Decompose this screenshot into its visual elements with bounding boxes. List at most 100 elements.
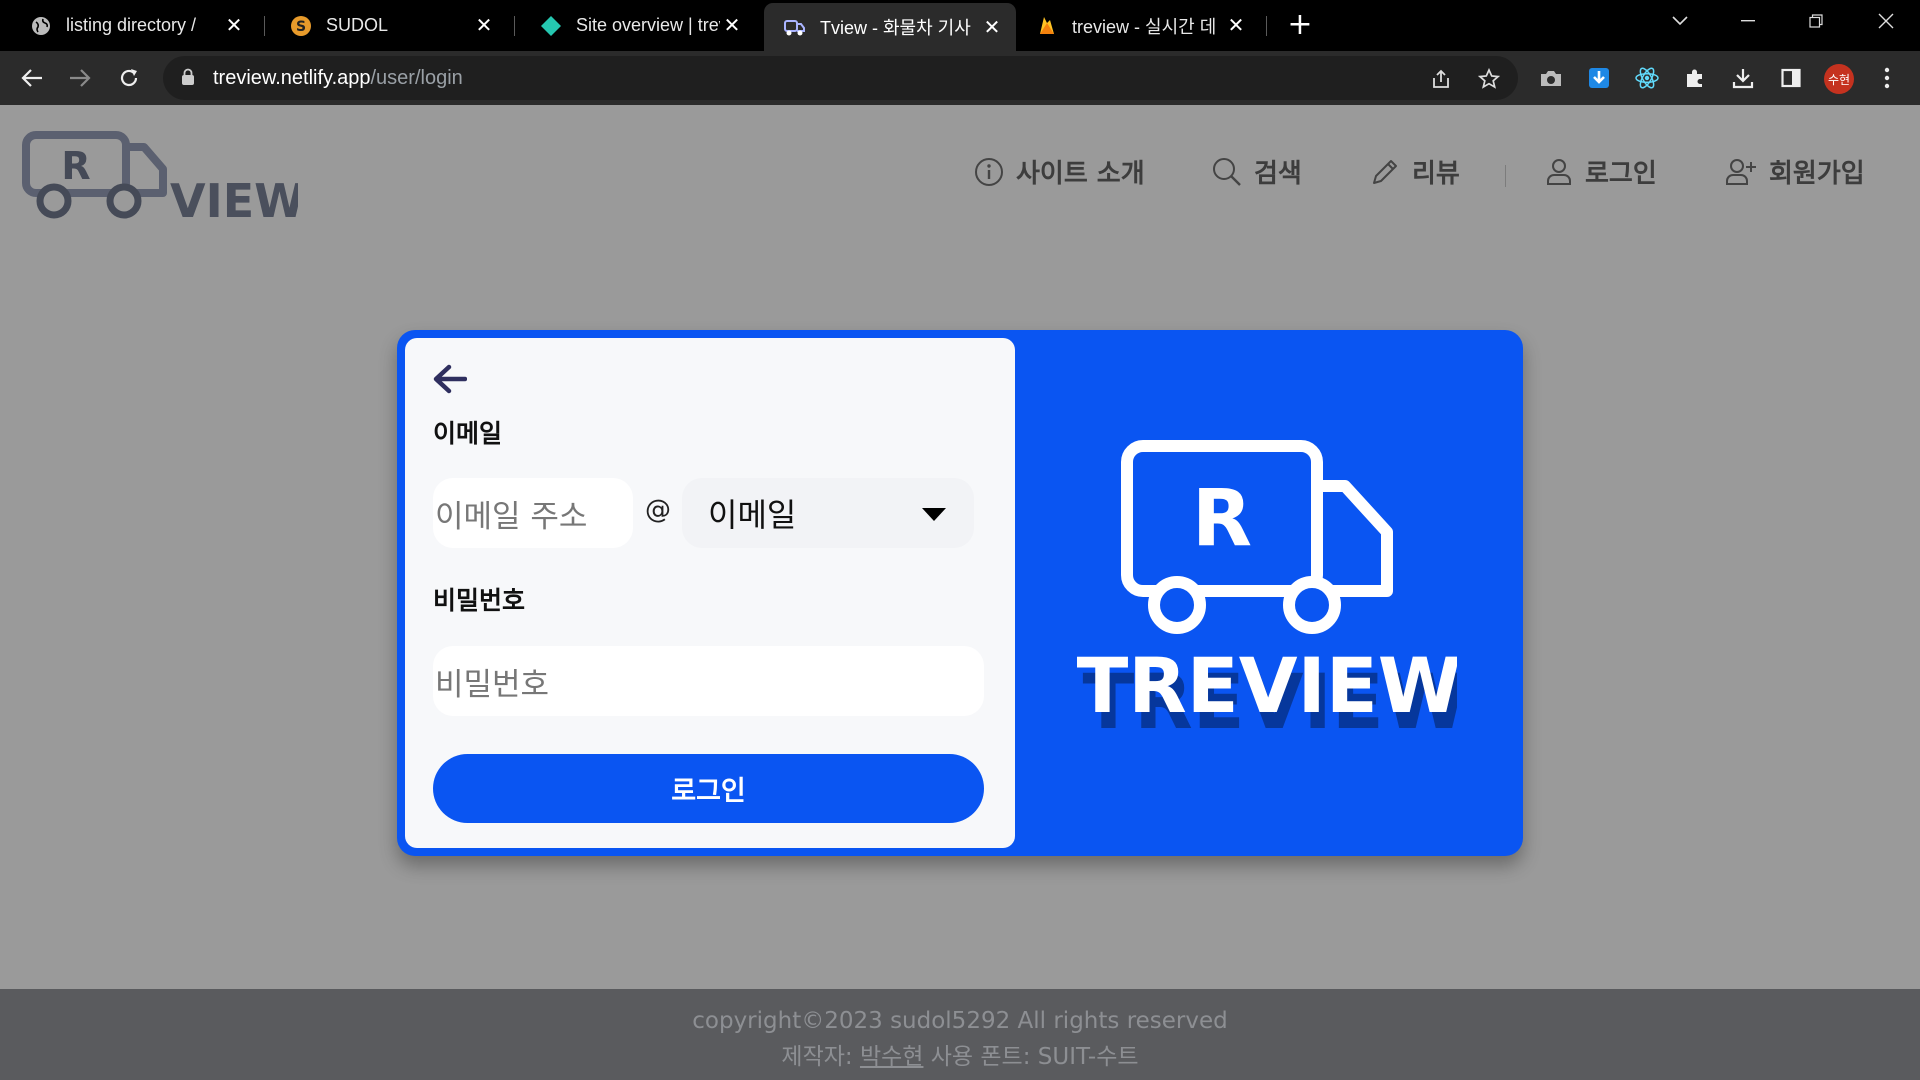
treview-brand-logo: TREVIEW R TREVIEW: [1076, 440, 1468, 746]
tab-title: SUDOL: [326, 15, 389, 35]
tab-title: Site overview | trev: [576, 15, 720, 35]
restore-button[interactable]: [1788, 0, 1844, 42]
puzzle-icon: [1687, 69, 1702, 87]
at-symbol: @: [645, 495, 671, 525]
nav-divider: [1505, 165, 1506, 187]
side-panel-button[interactable]: [1774, 61, 1808, 95]
brand-text: TREVIEW: [1077, 641, 1457, 730]
tab-separator: [264, 16, 265, 36]
tab-site-overview[interactable]: Site overview | trev ✕: [520, 0, 756, 51]
kebab-menu-icon: [1884, 67, 1890, 89]
close-icon: [1878, 13, 1894, 29]
tab-treview-firebase[interactable]: treview - 실시간 데 ✕: [1016, 0, 1260, 51]
extension-camera-button[interactable]: [1534, 61, 1568, 95]
nav-label: 로그인: [1585, 159, 1657, 189]
download-extension-icon: [1589, 68, 1609, 88]
user-plus-icon: [1725, 157, 1757, 187]
share-button[interactable]: [1426, 64, 1456, 94]
nav-label: 회원가입: [1769, 159, 1865, 189]
email-domain-value: 이메일: [708, 496, 797, 534]
downloads-button[interactable]: [1726, 61, 1760, 95]
extension-react-button[interactable]: [1630, 61, 1664, 95]
back-button[interactable]: [15, 61, 49, 95]
password-placeholder: 비밀번호: [435, 666, 550, 703]
new-tab-button[interactable]: +: [1283, 8, 1317, 42]
password-label: 비밀번호: [433, 586, 526, 615]
info-icon: [974, 157, 1004, 187]
tab-close-icon[interactable]: ✕: [720, 13, 744, 38]
react-icon: [1635, 67, 1659, 89]
back-button[interactable]: [433, 364, 468, 398]
nav-search[interactable]: 검색: [1212, 153, 1302, 190]
login-submit-button[interactable]: 로그인: [433, 754, 984, 823]
tab-sudol[interactable]: S SUDOL ✕: [270, 0, 508, 51]
netlify-diamond-icon: [540, 15, 562, 37]
browser-tab-bar: listing directory / ✕ S SUDOL ✕ Site ove…: [0, 0, 1920, 51]
nav-label: 검색: [1254, 159, 1302, 189]
url-host: treview.netlify.app: [213, 67, 371, 89]
tab-close-icon[interactable]: ✕: [1224, 13, 1248, 38]
page-content: R VIEW 사이트 소개 검색 리뷰 로그인 회원가입 이메일 이메일 주소 …: [0, 105, 1920, 1080]
reload-button[interactable]: [112, 61, 146, 95]
tab-title: listing directory /: [66, 15, 197, 35]
brand-letter: R: [1192, 474, 1252, 564]
logo-letter: R: [61, 144, 90, 188]
footer-maker-link[interactable]: 박수현: [860, 1044, 923, 1070]
tab-listing-directory[interactable]: listing directory / ✕: [10, 0, 258, 51]
footer-maker-prefix: 제작자:: [781, 1044, 860, 1070]
nav-label: 사이트 소개: [1016, 159, 1145, 189]
bookmark-button[interactable]: [1474, 64, 1504, 94]
minimize-button[interactable]: [1720, 0, 1776, 42]
lock-icon: [181, 68, 195, 90]
email-local-placeholder: 이메일 주소: [435, 498, 588, 535]
footer-copyright: copyright©2023 sudol5292 All rights rese…: [692, 1008, 1228, 1034]
extensions-button[interactable]: [1678, 61, 1712, 95]
chevron-down-icon: [1672, 16, 1688, 26]
nav-label: 리뷰: [1412, 159, 1460, 189]
tab-separator: [1266, 16, 1267, 36]
forward-button[interactable]: [63, 61, 97, 95]
svg-text:S: S: [296, 19, 306, 35]
email-domain-select[interactable]: 이메일: [682, 478, 974, 548]
camera-icon: [1541, 71, 1561, 86]
profile-avatar[interactable]: 수현: [1824, 64, 1854, 94]
extension-download-button[interactable]: [1582, 61, 1616, 95]
nav-signup[interactable]: 회원가입: [1725, 153, 1865, 190]
sudol-s-icon: S: [290, 15, 312, 37]
password-input[interactable]: 비밀번호: [433, 646, 984, 716]
star-icon: [1478, 68, 1500, 89]
nav-login[interactable]: 로그인: [1545, 153, 1657, 190]
login-form-panel: 이메일 이메일 주소 @ 이메일 비밀번호 비밀번호 로그인: [405, 338, 1015, 848]
firebase-flame-icon: [1036, 15, 1058, 37]
tab-separator: [514, 16, 515, 36]
address-bar[interactable]: treview.netlify.app/user/login: [163, 56, 1518, 100]
minimize-icon: [1741, 20, 1755, 22]
footer-credits: 제작자: 박수현 사용 폰트: SUIT-수트: [0, 1037, 1920, 1071]
footer-font-credit: 사용 폰트: SUIT-수트: [923, 1044, 1139, 1070]
site-logo[interactable]: R VIEW: [22, 129, 305, 229]
browser-menu-button[interactable]: [1870, 61, 1904, 95]
search-icon: [1212, 157, 1242, 187]
restore-icon: [1809, 14, 1823, 28]
tab-close-icon[interactable]: ✕: [980, 15, 1004, 40]
close-window-button[interactable]: [1858, 0, 1914, 42]
tab-close-icon[interactable]: ✕: [222, 13, 246, 38]
pencil-icon: [1370, 157, 1400, 187]
nav-review[interactable]: 리뷰: [1370, 153, 1460, 190]
arrow-right-icon: [70, 69, 91, 87]
tab-search-button[interactable]: [1652, 0, 1708, 42]
url-text: treview.netlify.app/user/login: [213, 67, 463, 90]
user-icon: [1545, 157, 1573, 187]
globe-icon: [30, 15, 52, 37]
email-local-input[interactable]: 이메일 주소: [433, 478, 633, 548]
download-icon: [1732, 69, 1754, 89]
treview-truck-icon: [784, 16, 806, 38]
nav-about[interactable]: 사이트 소개: [974, 153, 1145, 190]
tab-close-icon[interactable]: ✕: [472, 13, 496, 38]
logo-text: VIEW: [170, 174, 298, 228]
caret-down-icon: [922, 508, 946, 521]
tab-tview-active[interactable]: Tview - 화물차 기사 ✕: [764, 3, 1016, 51]
tab-title: treview - 실시간 데: [1072, 16, 1217, 37]
tab-title: Tview - 화물차 기사: [820, 18, 971, 38]
email-label: 이메일: [433, 419, 503, 448]
